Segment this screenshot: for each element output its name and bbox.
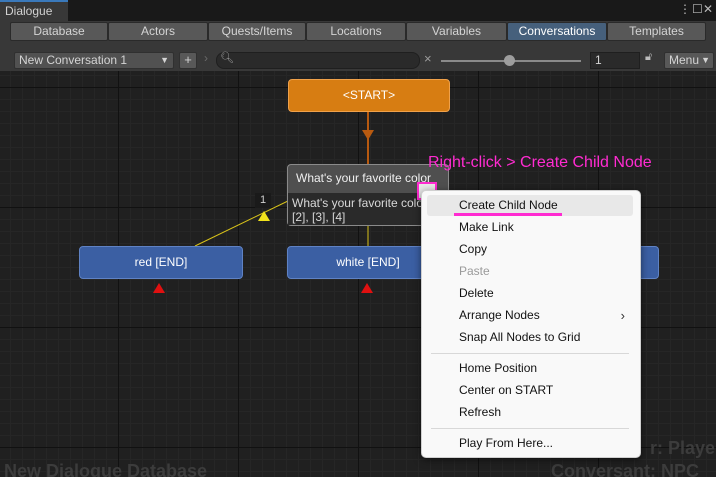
menu-item-copy[interactable]: Copy [427, 239, 633, 260]
annotation-underline [454, 213, 562, 216]
menu-separator [431, 353, 629, 354]
end-marker-icon [361, 283, 373, 293]
end-marker-icon [153, 283, 165, 293]
menu-item-delete[interactable]: Delete [427, 283, 633, 304]
menu-item-make-link[interactable]: Make Link [427, 217, 633, 238]
menu-item-arrange-nodes-label: Arrange Nodes [459, 308, 540, 322]
chevron-right-icon: › [620, 308, 625, 323]
menu-item-play-from-here[interactable]: Play From Here... [427, 433, 633, 454]
question-node-title: What's your favorite color [296, 171, 432, 185]
menu-item-arrange-nodes[interactable]: Arrange Nodes › [427, 305, 633, 326]
node-red-end[interactable]: red [END] [79, 246, 243, 279]
menu-item-snap-to-grid[interactable]: Snap All Nodes to Grid [427, 327, 633, 348]
start-node[interactable]: <START> [288, 79, 450, 112]
annotation-text: Right-click > Create Child Node [428, 154, 652, 171]
menu-item-center-on-start[interactable]: Center on START [427, 380, 633, 401]
response-count-badge: 1 [255, 193, 271, 208]
context-menu: Create Child Node Make Link Copy Paste D… [421, 190, 641, 458]
menu-item-refresh[interactable]: Refresh [427, 402, 633, 423]
response-link-red [194, 199, 291, 247]
warning-triangle-icon [258, 211, 270, 221]
menu-separator [431, 428, 629, 429]
menu-item-paste: Paste [459, 264, 490, 278]
link-arrow-icon [362, 130, 374, 140]
menu-item-home-position[interactable]: Home Position [427, 358, 633, 379]
